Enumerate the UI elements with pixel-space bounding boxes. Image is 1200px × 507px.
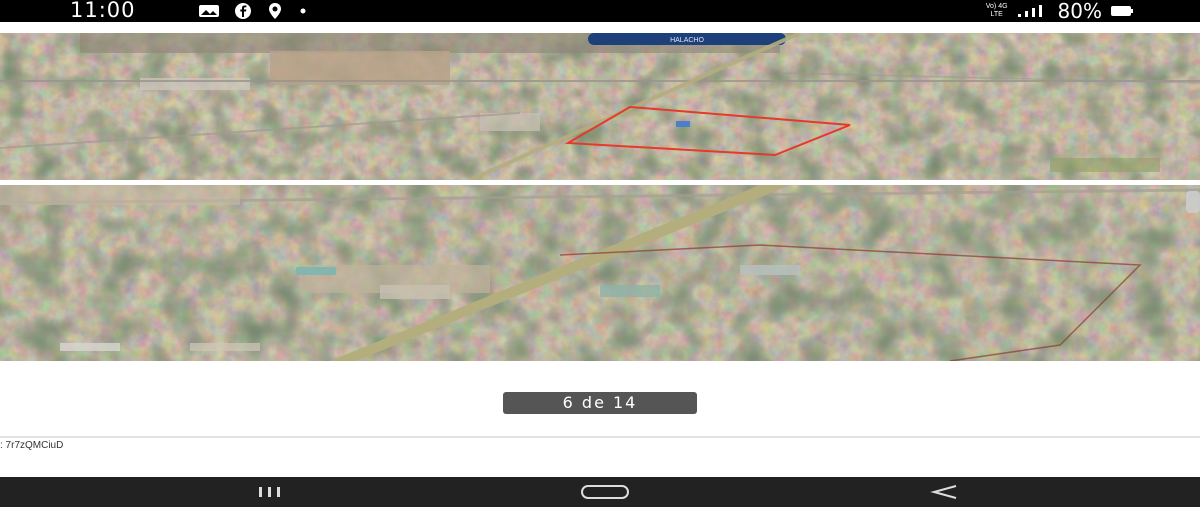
status-right: Vo) 4G LTE 80%: [986, 0, 1134, 23]
home-button[interactable]: [560, 477, 650, 507]
signal-icon: [1017, 5, 1042, 17]
location-icon: [269, 3, 281, 19]
recent-apps-icon: [259, 487, 280, 497]
back-icon: [930, 485, 957, 499]
status-time: 11:00: [70, 0, 136, 22]
url-fragment: : 7r7zQMCiuD: [0, 440, 64, 451]
battery-percent: 80%: [1057, 0, 1102, 23]
battery-icon: [1111, 6, 1133, 16]
satellite-image-top[interactable]: HALACHO: [0, 33, 1200, 180]
dot-icon: [300, 8, 306, 14]
navigation-bar: [0, 477, 1200, 507]
network-bottom: LTE: [990, 11, 1003, 18]
facebook-icon: [235, 3, 251, 19]
status-bar: 11:00 Vo) 4G LTE 80%: [0, 0, 1200, 23]
divider: [0, 436, 1200, 438]
satellite-image-bottom[interactable]: [0, 185, 1200, 361]
place-label: HALACHO: [670, 37, 704, 44]
recent-apps-button[interactable]: [230, 477, 310, 507]
network-top: Vo) 4G: [985, 3, 1008, 10]
home-icon: [581, 485, 629, 499]
network-indicator: Vo) 4G LTE: [986, 3, 1008, 19]
gallery-icon: [199, 5, 219, 17]
status-icons: [198, 2, 308, 20]
back-button[interactable]: [905, 477, 985, 507]
gallery-counter: 6 de 14: [503, 392, 697, 414]
